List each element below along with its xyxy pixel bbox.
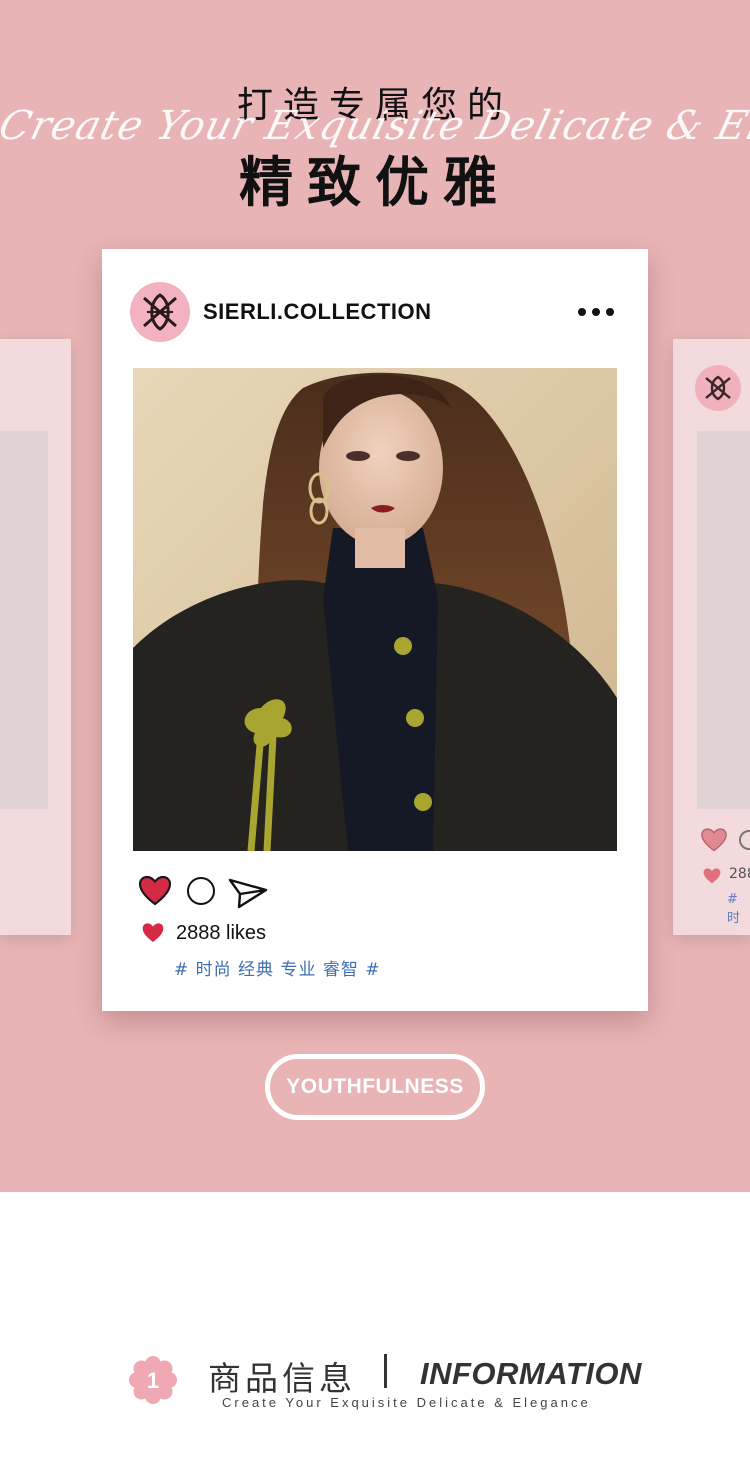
badge-number: 1 [147,1368,159,1393]
heart-icon [142,923,164,942]
hashtags: # 时 [727,892,741,926]
brand-logo-icon [143,293,177,331]
headline-main: 精致优雅 [239,151,511,214]
likes-count: 288 [729,866,750,882]
brand-avatar[interactable] [130,282,190,342]
divider [384,1354,387,1388]
post-photo[interactable] [133,368,617,851]
comment-icon[interactable] [187,877,215,905]
hero-section: 打造专属您的 Create Your Exquisite Delicate & … [0,0,750,1192]
number-badge-icon: 1 [129,1356,177,1404]
more-options-icon[interactable] [576,304,616,320]
heart-icon[interactable] [138,875,172,907]
brand-logo-icon [695,365,741,411]
likes-count: 2888 likes [176,922,267,944]
side-card-photo-placeholder [0,431,48,809]
side-card-left[interactable] [0,339,71,935]
share-icon[interactable] [228,877,268,909]
info-title-en: INFORMATION [420,1356,642,1391]
youthfulness-button[interactable]: YOUTHFULNESS [265,1054,485,1120]
hashtags[interactable]: # 时尚 经典 专业 睿智 # [174,955,381,980]
account-name[interactable]: SIERLI.COLLECTION [203,299,432,325]
comment-icon[interactable] [739,830,750,850]
heart-icon[interactable] [701,827,727,853]
info-title-cn: 商品信息 [208,1359,356,1398]
side-card-right[interactable]: 288 # 时 [673,339,750,935]
instagram-post-card: SIERLI.COLLECTION 2888 likes # 时尚 经典 专业 … [102,249,648,1011]
info-subtitle: Create Your Exquisite Delicate & Eleganc… [222,1395,591,1410]
heart-icon [703,868,721,884]
side-card-photo-placeholder [697,431,750,809]
